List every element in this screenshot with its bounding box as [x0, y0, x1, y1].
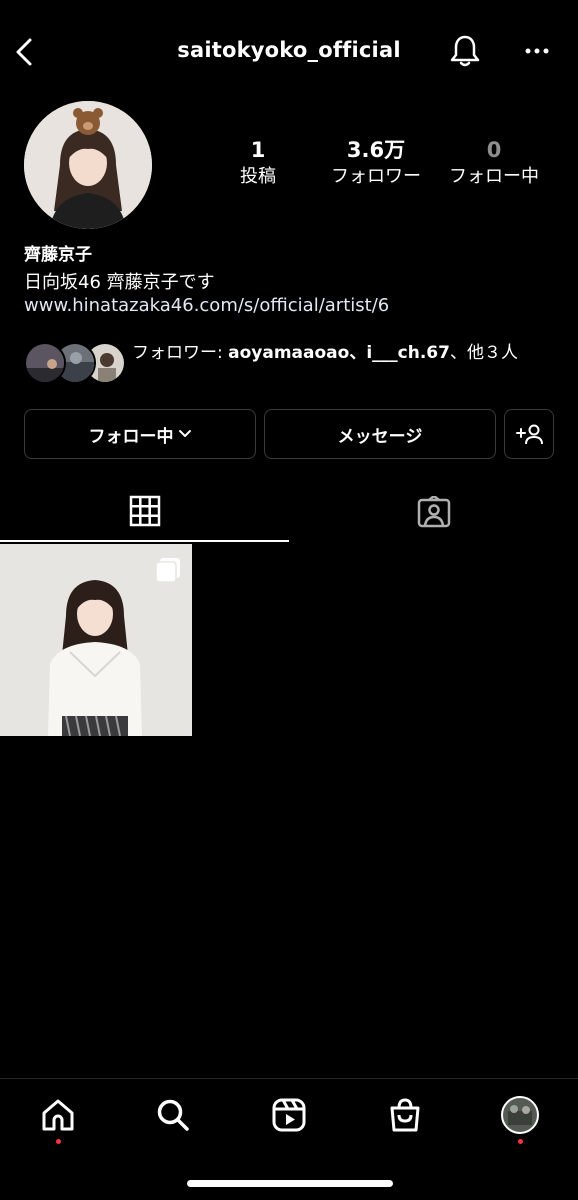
profile-tabs: [0, 482, 578, 542]
followers-stat[interactable]: 3.6万 フォロワー: [316, 136, 436, 190]
nav-search[interactable]: [151, 1093, 195, 1137]
profile-username: saitokyoko_official: [177, 38, 401, 62]
profile-avatar-icon: [501, 1096, 539, 1134]
profile-photo: [24, 101, 152, 229]
chevron-down-icon: [178, 430, 191, 437]
profile-notification-dot: [518, 1139, 523, 1144]
display-name: 齊藤京子: [24, 245, 92, 265]
tab-posts-grid[interactable]: [0, 482, 289, 542]
following-button-label: フォロー中: [88, 426, 174, 447]
post-thumbnail[interactable]: [0, 544, 192, 736]
search-icon: [157, 1099, 189, 1131]
posts-count: 1: [250, 138, 266, 162]
following-count: 0: [486, 138, 502, 162]
top-bar: saitokyoko_official: [0, 0, 578, 104]
multiple-posts-icon: [155, 558, 180, 583]
reels-icon: [272, 1098, 306, 1132]
mutual-names[interactable]: aoyamaaoao、i___ch.67: [228, 343, 450, 363]
nav-shop[interactable]: [383, 1093, 427, 1137]
home-notification-dot: [56, 1139, 61, 1144]
notifications-button[interactable]: [448, 32, 482, 70]
tagged-icon: [417, 496, 450, 528]
bio-link[interactable]: www.hinatazaka46.com/s/official/artist/6: [24, 295, 389, 316]
following-label: フォロー中: [449, 166, 539, 187]
nav-reels[interactable]: [267, 1093, 311, 1137]
followers-count: 3.6万: [346, 138, 406, 162]
grid-icon: [129, 495, 160, 527]
bell-icon: [450, 35, 480, 67]
nav-profile[interactable]: [498, 1093, 542, 1137]
profile-stats: 1 投稿 3.6万 フォロワー 0 フォロー中: [218, 136, 558, 196]
message-button[interactable]: メッセージ: [264, 409, 496, 459]
more-options-button[interactable]: [520, 36, 554, 66]
bio-text: 日向坂46 齊藤京子です: [24, 272, 215, 293]
add-user-button[interactable]: [504, 409, 554, 459]
more-horizontal-icon: [525, 48, 549, 54]
mutual-followers-text: フォロワー: aoyamaaoao、i___ch.67、他３人: [132, 340, 552, 366]
message-button-label: メッセージ: [337, 426, 423, 447]
mutual-prefix: フォロワー:: [132, 343, 229, 363]
mutual-followers[interactable]: フォロワー: aoyamaaoao、i___ch.67、他３人: [24, 340, 564, 390]
nav-home[interactable]: [36, 1093, 80, 1137]
posts-label: 投稿: [240, 166, 276, 187]
home-icon: [42, 1099, 74, 1131]
add-user-icon: [516, 424, 543, 445]
following-button[interactable]: フォロー中: [24, 409, 256, 459]
mutual-suffix: 、他３人: [449, 343, 518, 363]
home-indicator[interactable]: [187, 1180, 393, 1187]
tab-tagged[interactable]: [289, 482, 578, 542]
mutual-follower-avatar: [24, 342, 66, 384]
posts-stat[interactable]: 1 投稿: [198, 136, 318, 190]
shop-icon: [390, 1098, 420, 1132]
profile-avatar[interactable]: [24, 101, 152, 229]
following-stat[interactable]: 0 フォロー中: [434, 136, 554, 190]
followers-label: フォロワー: [331, 166, 421, 187]
